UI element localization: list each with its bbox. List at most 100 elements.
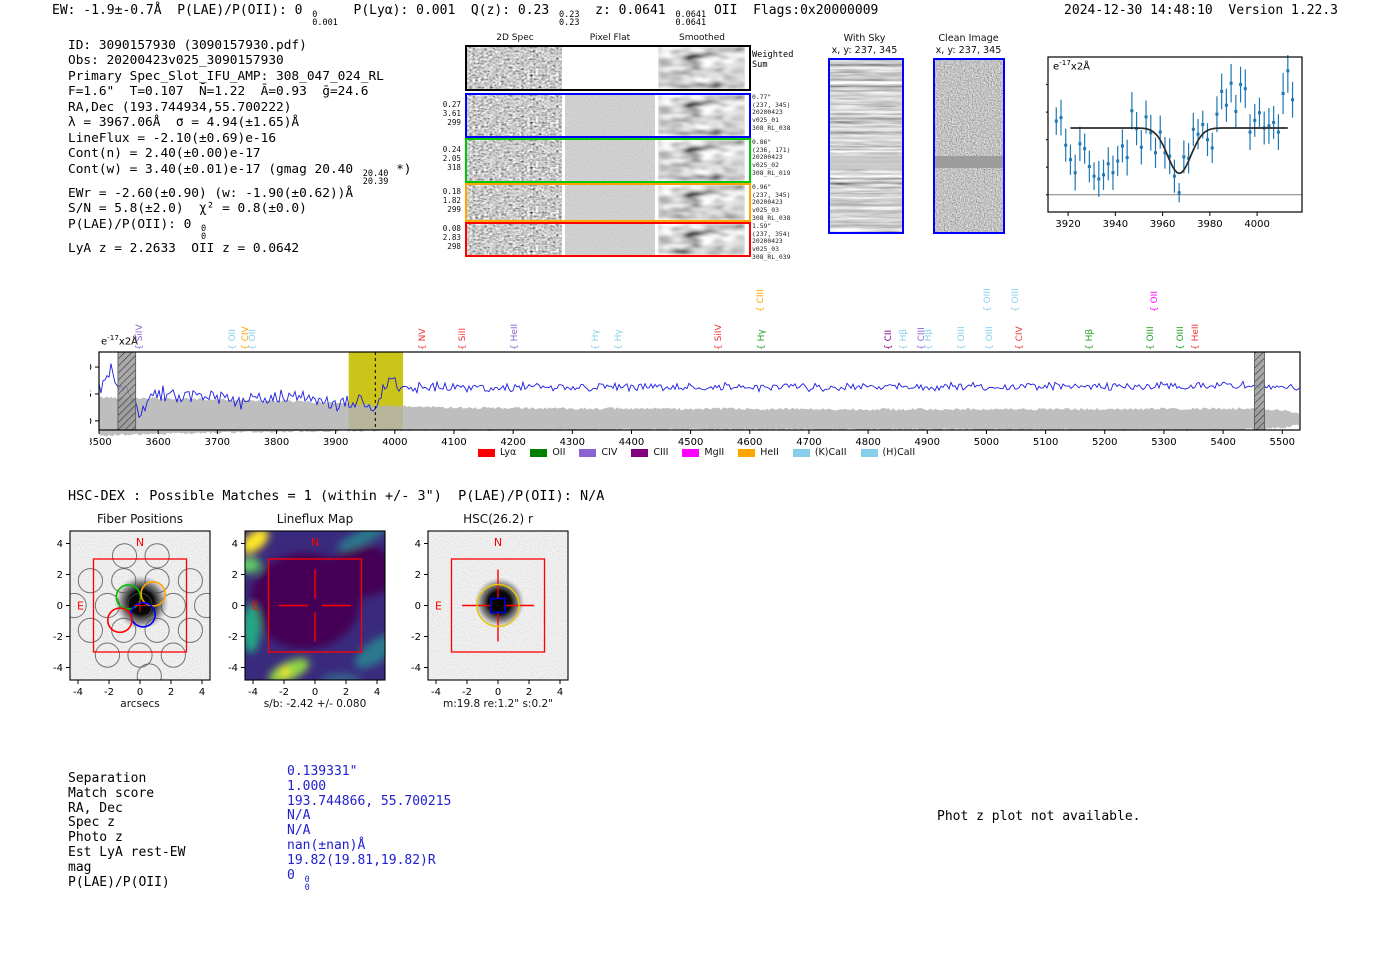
fiber-panel-xlabel: arcsecs [120, 698, 160, 710]
match-label: Spec z [68, 815, 115, 831]
legend-item-Lyα: Lyα [478, 447, 516, 458]
col-header-smoothed: Smoothed [679, 33, 725, 43]
spec2d-image [467, 47, 562, 89]
line-label-CII: { CII [884, 329, 895, 350]
svg-text:4000: 4000 [1244, 219, 1269, 230]
line-fit-zoom-plot: 3920394039603980400002468 [1046, 55, 1303, 230]
svg-text:2: 2 [168, 687, 174, 698]
smoothed-image [658, 47, 745, 89]
line-label-SiIV: { SiIV [135, 324, 146, 350]
svg-text:-4: -4 [411, 663, 421, 674]
legend-swatch [579, 448, 597, 457]
match-value: 19.82(19.81,19.82)R [287, 852, 436, 868]
svg-text:0: 0 [57, 601, 63, 612]
report-date: 2024-12-30 14:48:10 [1064, 3, 1213, 18]
photz-note: Phot z plot not available. [937, 809, 1141, 824]
svg-text:0: 0 [415, 601, 421, 612]
svg-text:2: 2 [57, 570, 63, 581]
line-label-OIII: { OIII [985, 326, 996, 350]
svg-text:5200: 5200 [1092, 437, 1117, 448]
line-label-HeII: { HeII [509, 323, 520, 350]
line-label-Hβ: { Hβ [899, 328, 910, 350]
info-line: RA,Dec (193.744934,55.700222) [68, 99, 292, 115]
spec2d-image [467, 185, 562, 220]
clean-image-coords: x, y: 237, 345 [935, 44, 1002, 56]
info-line: Cont(n) = 2.40(±0.00)e-17 [68, 146, 261, 162]
line-label-SiIV: { SiIV [713, 324, 724, 350]
clean-image-title-text: Clean Image [938, 33, 999, 44]
smoothed-image [658, 95, 745, 136]
line-label-OIII: { OIII [983, 288, 994, 312]
info-line: S/N = 5.8(±2.0) χ² = 0.8(±0.0) [68, 201, 307, 217]
legend-item-OII: OII [530, 447, 565, 458]
line-label-OIII: { OIII [956, 326, 967, 350]
svg-text:0: 0 [495, 687, 501, 698]
svg-text:0: 0 [137, 687, 143, 698]
weighted-sum-label: Weighted Sum [752, 50, 794, 70]
line-label-OII: { OII [1150, 291, 1161, 312]
svg-text:-4: -4 [53, 663, 63, 674]
info-line: Obs: 20200423v025_3090157930 [68, 53, 284, 69]
clean-image-cutout-image [933, 58, 1005, 234]
svg-text:5: 5 [90, 389, 92, 400]
with-sky-cutout-image [828, 58, 904, 234]
svg-text:3900: 3900 [323, 437, 348, 448]
svg-text:3600: 3600 [145, 437, 170, 448]
info-line: F=1.6" T=0.107 N̄=1.22 Ā=0.93 ḡ=24.6 [68, 84, 369, 100]
pixelflat-image [565, 140, 655, 181]
info-line: LineFlux = -2.10(±0.69)e-16 [68, 130, 277, 146]
pixelflat-image [565, 95, 655, 136]
line-label-Hγ: { Hγ [590, 329, 601, 350]
legend-swatch [631, 448, 649, 457]
legend-swatch [478, 448, 495, 457]
elixer-report-page: EW: -1.9±-0.7Å P(LAE)/P(OII): 0 0 0.001 P… [0, 0, 1400, 953]
legend-item-CIV: CIV [579, 447, 617, 458]
spec2d-row-annotation: 0.77" (237, 345) 20200423 v025_01 308_RL_038 [752, 93, 791, 132]
svg-text:4: 4 [199, 687, 205, 698]
match-table-values: 0.139331" 1.000 193.744866, 55.700215 N/A N/… [287, 764, 451, 893]
smoothed-image [658, 140, 745, 181]
svg-text:4000: 4000 [382, 437, 407, 448]
hsc-panel: N E 4 2 0 -2 -4 -4 -2 0 2 4 [411, 530, 569, 698]
line-label-NV: { NV [418, 328, 429, 350]
svg-text:5300: 5300 [1151, 437, 1176, 448]
svg-text:5500: 5500 [1270, 437, 1295, 448]
line-label-OIII: { OIII [1011, 288, 1022, 312]
spec2d-row-stats: 0.08 2.83 298 [442, 224, 461, 251]
svg-text:N: N [494, 536, 502, 549]
legend-swatch [738, 448, 756, 457]
svg-text:N: N [136, 536, 144, 549]
legend-item-CIII: CIII [631, 447, 668, 458]
spec2d-row [465, 93, 751, 138]
with-sky-coords: x, y: 237, 345 [831, 44, 898, 56]
svg-text:0: 0 [312, 687, 318, 698]
with-sky-title: With Sky x, y: 237, 345 [812, 33, 917, 56]
match-value: 0 00 [287, 867, 310, 893]
match-value: N/A [287, 808, 311, 824]
report-summary-line: EW: -1.9±-0.7Å P(LAE)/P(OII): 0 0 0.001 P… [52, 3, 879, 28]
svg-text:N: N [311, 536, 319, 549]
svg-text:-2: -2 [279, 687, 289, 698]
spec2d-row [465, 183, 751, 222]
hsc-dex-heading: HSC-DEX : Possible Matches = 1 (within +… [68, 488, 605, 504]
detection-info-block: ID: 3090157930 (3090157930.pdf) Obs: 2020… [68, 38, 412, 256]
svg-text:E: E [77, 600, 84, 613]
svg-text:4: 4 [415, 539, 421, 550]
svg-text:10: 10 [90, 363, 92, 374]
info-line: ID: 3090157930 (3090157930.pdf) [68, 38, 307, 53]
spec2d-row-stats: 0.27 3.61 299 [442, 100, 461, 127]
line-label-Hγ: { Hγ [757, 329, 768, 350]
match-label: Separation [68, 771, 147, 786]
svg-text:2: 2 [232, 570, 238, 581]
report-version: Version 1.22.3 [1228, 3, 1338, 18]
line-label-HeII: { HeII [1190, 323, 1201, 350]
svg-text:E: E [252, 600, 259, 613]
legend-item-MgII: MgII [682, 447, 724, 458]
svg-text:3980: 3980 [1197, 219, 1222, 230]
spec2d-row-annotation: 1.59" (237, 354) 20200423 v025_03 308_RL_039 [752, 222, 791, 261]
legend-swatch [682, 448, 700, 457]
spec2d-row-stats: 0.18 1.82 299 [442, 187, 461, 214]
fiber-panel: N E 4 2 0 -2 -4 -4 -2 0 2 4 [53, 530, 211, 698]
svg-text:5100: 5100 [1033, 437, 1058, 448]
match-value: 1.000 [287, 778, 327, 794]
